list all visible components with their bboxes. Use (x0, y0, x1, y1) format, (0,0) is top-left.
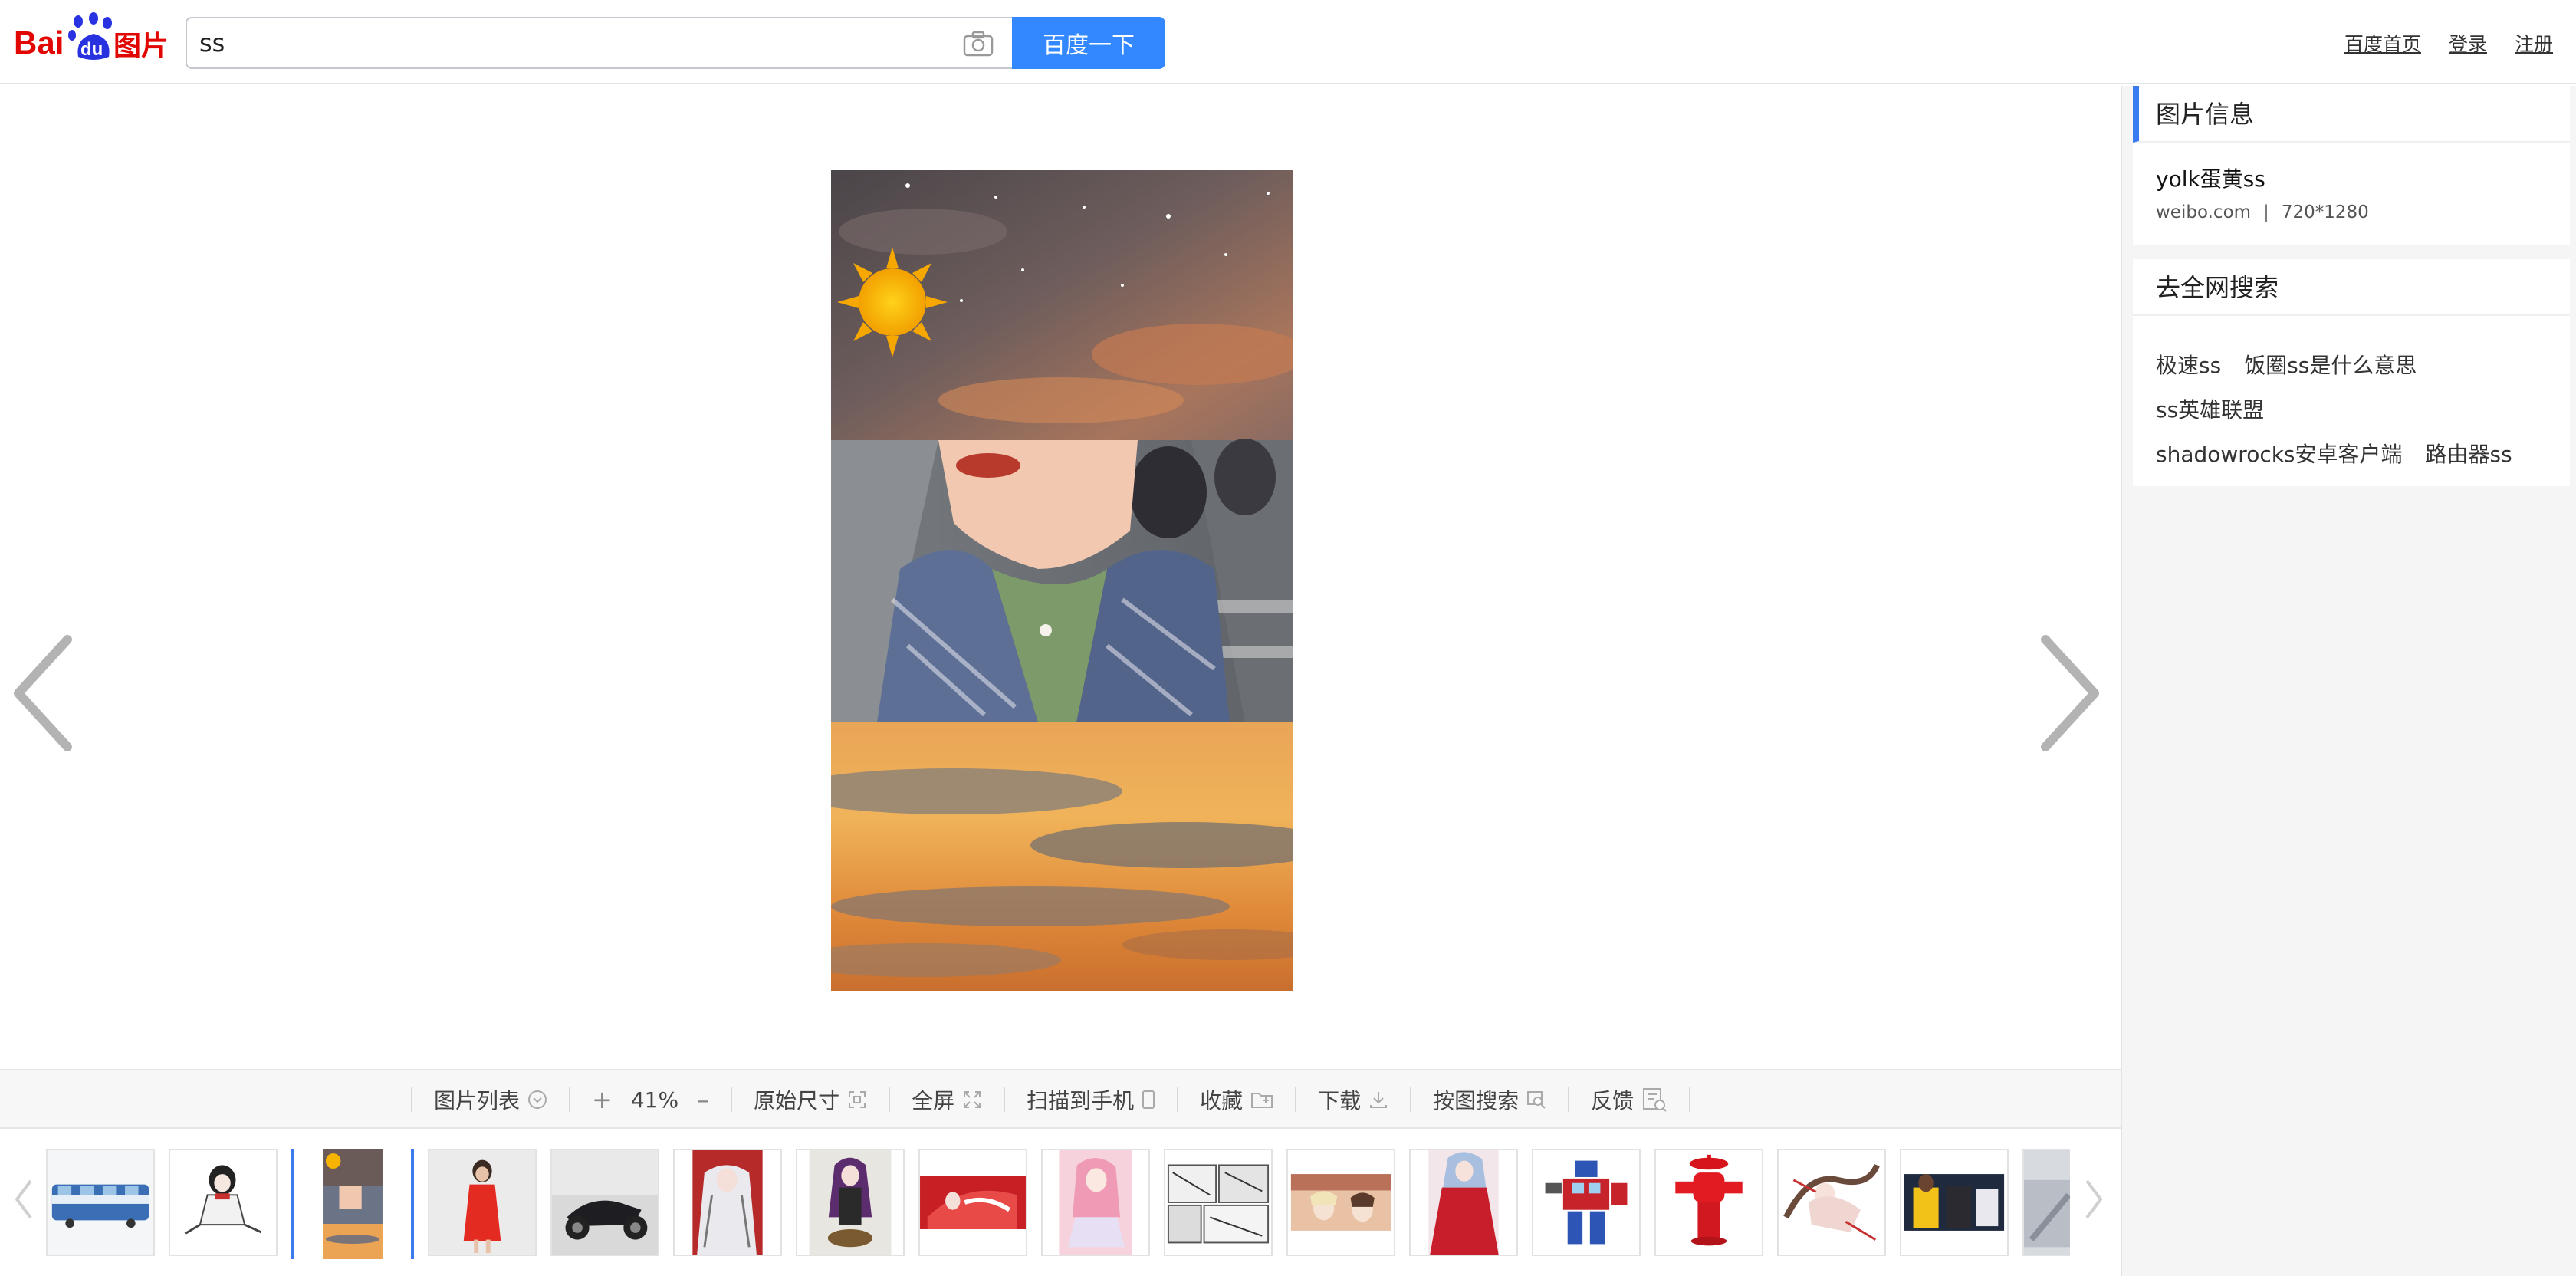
original-size-button[interactable]: 原始尺寸 (732, 1084, 889, 1115)
thumbnail-anime-pink[interactable] (1041, 1149, 1150, 1256)
link-login[interactable]: 登录 (2449, 29, 2487, 57)
thumbnail-prev-arrow[interactable] (12, 1176, 35, 1222)
top-links: 百度首页 登录 注册 (2344, 29, 2553, 57)
camera-icon[interactable] (963, 31, 994, 57)
thumbnail-strip (0, 1129, 2121, 1276)
thumbnail-anime-dance[interactable] (1777, 1149, 1886, 1256)
zoom-level: 41% (630, 1087, 679, 1113)
download-button[interactable]: 下载 (1296, 1084, 1410, 1115)
keyword-link[interactable]: shadowrocks安卓客户端 (2156, 438, 2403, 469)
actual-size-icon (849, 1091, 866, 1108)
chevron-down-circle-icon (528, 1090, 547, 1109)
zoom-controls: + 41% – (570, 1085, 731, 1114)
baidu-images-logo[interactable]: Bai du 图片 (14, 11, 175, 66)
zoom-in-button[interactable]: + (592, 1085, 613, 1114)
scan-to-phone-button[interactable]: 扫描到手机 (1005, 1084, 1177, 1115)
image-source[interactable]: weibo.com (2156, 202, 2251, 222)
image-info-card: 图片信息 yolk蛋黄ss weibo.com | 720*1280 (2133, 86, 2570, 245)
svg-text:Bai: Bai (14, 25, 64, 61)
scan-to-phone-label: 扫描到手机 (1027, 1088, 1135, 1113)
svg-text:du: du (80, 39, 103, 60)
image-dimensions: 720*1280 (2281, 202, 2369, 222)
phone-icon (1142, 1090, 1155, 1109)
thumbnail-list (46, 1149, 2070, 1259)
search-by-image-button[interactable]: 按图搜索 (1411, 1084, 1568, 1115)
thumbnail-manga-page[interactable] (1164, 1149, 1273, 1256)
keyword-row: 极速ss 饭圈ss是什么意思 (2156, 342, 2562, 386)
folder-icon (1251, 1093, 1273, 1108)
image-list-button[interactable]: 图片列表 (412, 1084, 569, 1115)
thumbnail-anime-red-white[interactable] (673, 1149, 782, 1256)
fullscreen-icon (964, 1091, 981, 1108)
search-input[interactable] (198, 25, 934, 61)
fullscreen-button[interactable]: 全屏 (890, 1084, 1004, 1115)
favorite-button[interactable]: 收藏 (1178, 1084, 1295, 1115)
keyword-link[interactable]: 极速ss (2156, 349, 2221, 380)
image-toolbar: 图片列表 + 41% – 原始尺寸 全屏 扫描到手机 收藏 下载 按图搜索 反馈 (0, 1069, 2121, 1129)
download-icon (1370, 1092, 1388, 1108)
keyword-row: ss英雄联盟 (2156, 386, 2562, 431)
image-info-heading: 图片信息 (2133, 86, 2570, 143)
original-size-label: 原始尺寸 (754, 1088, 840, 1113)
image-search-icon (1527, 1091, 1546, 1109)
header: Bai du 图片 百度一下 百度首页 登录 注册 (0, 0, 2576, 84)
thumbnail-anime-sketch[interactable] (169, 1149, 278, 1256)
feedback-icon (1643, 1088, 1667, 1112)
thumbnail-train[interactable] (46, 1149, 155, 1256)
toolbar-divider (1689, 1087, 1691, 1112)
thumbnail-motorcycle[interactable] (550, 1149, 659, 1256)
image-title[interactable]: yolk蛋黄ss (2156, 163, 2266, 193)
image-list-label: 图片列表 (434, 1088, 521, 1113)
thumbnail-basketball-player[interactable] (1900, 1149, 2009, 1256)
search-by-image-label: 按图搜索 (1433, 1088, 1520, 1113)
main-image[interactable] (831, 170, 1293, 991)
favorite-label: 收藏 (1200, 1088, 1244, 1113)
keyword-link[interactable]: 饭圈ss是什么意思 (2244, 349, 2417, 380)
search-button[interactable]: 百度一下 (1012, 17, 1165, 69)
right-panel: 图片信息 yolk蛋黄ss weibo.com | 720*1280 去全网搜索 极… (2121, 86, 2576, 1276)
meta-separator: | (2263, 202, 2269, 222)
keyword-link[interactable]: ss英雄联盟 (2156, 393, 2264, 424)
thumbnail-robot-toy[interactable] (1532, 1149, 1641, 1256)
thumbnail-partial[interactable] (2022, 1149, 2070, 1256)
search-box (186, 17, 1012, 69)
feedback-label: 反馈 (1591, 1088, 1635, 1113)
thumbnail-red-dress[interactable] (428, 1149, 537, 1256)
feedback-button[interactable]: 反馈 (1569, 1084, 1689, 1115)
image-meta: weibo.com | 720*1280 (2156, 202, 2369, 222)
thumbnail-anime-scene[interactable] (1286, 1149, 1395, 1256)
download-label: 下载 (1318, 1088, 1362, 1113)
keyword-list: 极速ss 饭圈ss是什么意思 ss英雄联盟 shadowrocks安卓客户端 路… (2156, 342, 2562, 475)
thumbnail-fire-hydrant[interactable] (1654, 1149, 1763, 1256)
thumbnail-next-arrow[interactable] (2082, 1176, 2105, 1222)
thumbnail-anime-red-banner[interactable] (918, 1149, 1027, 1256)
keyword-link[interactable]: 路由器ss (2426, 438, 2512, 469)
link-register[interactable]: 注册 (2515, 29, 2553, 57)
link-baidu-home[interactable]: 百度首页 (2344, 29, 2421, 57)
thumbnail-current-image[interactable] (291, 1149, 414, 1259)
thumbnail-anime-purple[interactable] (796, 1149, 905, 1256)
web-search-card: 去全网搜索 极速ss 饭圈ss是什么意思 ss英雄联盟 shadowrocks安… (2133, 259, 2570, 486)
image-viewer (0, 86, 2121, 1069)
next-image-arrow[interactable] (2036, 632, 2105, 762)
fullscreen-label: 全屏 (912, 1088, 955, 1113)
zoom-out-button[interactable]: – (697, 1085, 709, 1114)
previous-image-arrow[interactable] (8, 632, 77, 762)
keyword-row: shadowrocks安卓客户端 路由器ss (2156, 431, 2562, 475)
web-search-heading: 去全网搜索 (2133, 259, 2570, 316)
svg-text:图片: 图片 (113, 31, 169, 62)
thumbnail-anime-red-dress[interactable] (1409, 1149, 1518, 1256)
